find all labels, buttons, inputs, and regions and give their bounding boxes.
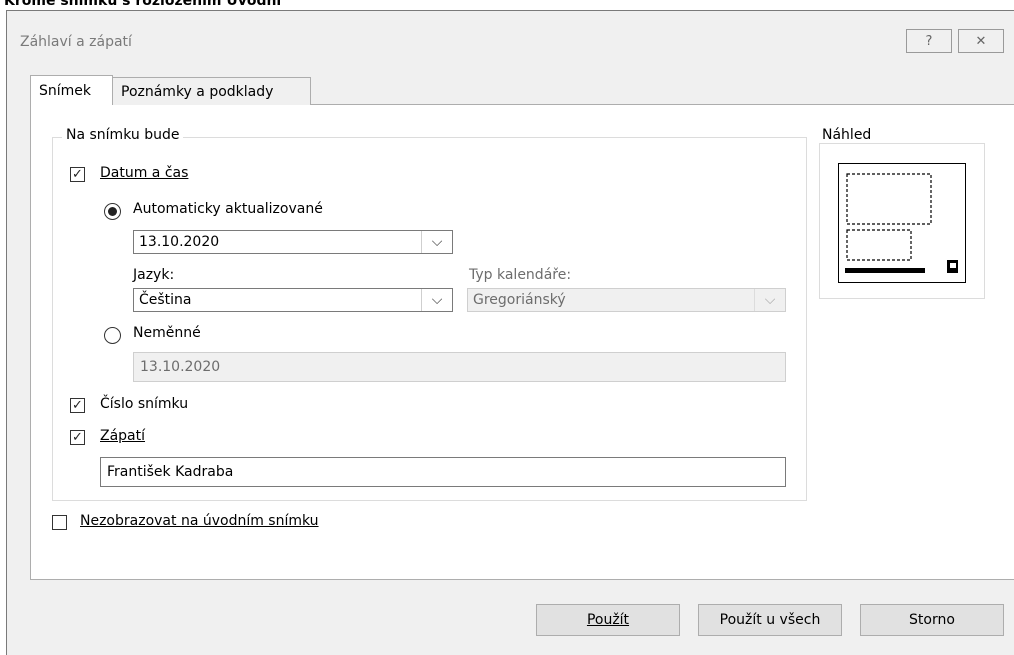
help-button[interactable]: ? xyxy=(906,29,952,53)
slide-number-checkbox[interactable]: ✓ xyxy=(70,398,85,413)
title-placeholder xyxy=(846,173,932,225)
footer-text-input[interactable]: František Kadraba xyxy=(100,457,786,487)
auto-update-label: Automaticky aktualizované xyxy=(133,201,323,217)
language-label: Jazyk: xyxy=(133,267,175,283)
chevron-down-icon: ⌵ xyxy=(421,289,452,311)
calendar-type-dropdown[interactable]: Gregoriánský ⌵ xyxy=(467,288,786,312)
close-icon: ✕ xyxy=(975,33,987,49)
dialog-title: Záhlaví a zápatí xyxy=(20,34,132,50)
auto-update-radio[interactable] xyxy=(104,203,121,220)
preview-legend: Náhled xyxy=(818,127,876,143)
slide-number-label: Číslo snímku xyxy=(100,396,189,412)
language-dropdown[interactable]: Čeština ⌵ xyxy=(133,288,453,312)
date-time-checkbox[interactable]: ✓ xyxy=(70,167,85,182)
date-time-label: Datum a čas xyxy=(100,165,189,181)
footer-label: Zápatí xyxy=(100,428,146,444)
date-format-dropdown[interactable]: 13.10.2020 ⌵ xyxy=(133,230,453,254)
tab-slide[interactable]: Snímek xyxy=(30,75,113,105)
help-icon: ? xyxy=(925,33,933,49)
slide-preview-graphic xyxy=(845,173,958,273)
check-icon: ✓ xyxy=(72,167,83,182)
close-button[interactable]: ✕ xyxy=(958,29,1004,53)
footer-bar-preview xyxy=(845,268,925,273)
check-icon: ✓ xyxy=(72,430,83,445)
tab-notes-handouts[interactable]: Poznámky a podklady xyxy=(113,77,311,105)
content-placeholder xyxy=(846,229,912,261)
footer-checkbox[interactable]: ✓ xyxy=(70,430,85,445)
dont-show-on-title-checkbox[interactable] xyxy=(52,515,67,530)
apply-button[interactable]: Použít xyxy=(536,604,680,636)
apply-all-button[interactable]: Použít u všech xyxy=(698,604,842,636)
slide-preview xyxy=(838,163,966,283)
page-caption: Kromě snímku s rozložením Úvodní xyxy=(4,0,282,8)
fixed-date-radio[interactable] xyxy=(104,327,121,344)
fixed-date-label: Neměnné xyxy=(133,325,201,341)
fixed-date-input[interactable]: 13.10.2020 xyxy=(133,352,786,382)
check-icon: ✓ xyxy=(72,398,83,413)
chevron-down-icon: ⌵ xyxy=(421,231,452,253)
calendar-type-label: Typ kalendáře: xyxy=(469,267,572,283)
include-on-slide-group xyxy=(52,137,807,501)
group-legend: Na snímku bude xyxy=(62,127,184,143)
chevron-down-icon: ⌵ xyxy=(754,289,785,311)
dont-show-on-title-label: Nezobrazovat na úvodním snímku xyxy=(80,513,319,529)
cancel-button[interactable]: Storno xyxy=(860,604,1004,636)
slide-number-inner xyxy=(950,263,956,268)
